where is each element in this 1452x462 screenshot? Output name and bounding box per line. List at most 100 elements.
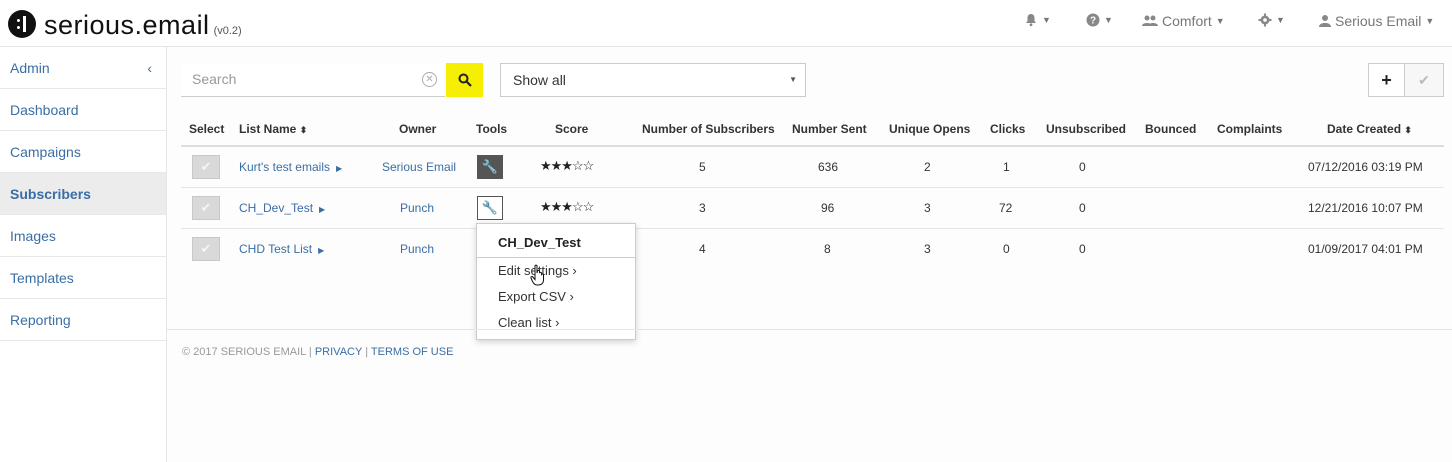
cell-opens: 3 (924, 242, 931, 256)
sidebar-item-label: Images (10, 228, 56, 244)
list-name: Kurt's test emails (239, 160, 330, 174)
notifications-menu[interactable]: ▼ (1024, 13, 1051, 27)
sidebar-item-dashboard[interactable]: Dashboard (0, 89, 166, 131)
menu-divider (477, 257, 635, 258)
header-subscribers: Number of Subscribers (642, 122, 775, 136)
sidebar-item-label: Subscribers (10, 186, 91, 202)
header-list-name[interactable]: List Name ⬍ (239, 122, 307, 136)
cell-sent: 96 (821, 201, 835, 215)
list-name: CHD Test List (239, 242, 313, 256)
users-icon (1142, 15, 1158, 26)
search-box: ✕ (181, 63, 445, 97)
tools-button[interactable]: 🔧 (477, 155, 503, 179)
list-name-link[interactable]: CHD Test List ▶ (239, 242, 324, 256)
sidebar-item-images[interactable]: Images (0, 215, 166, 257)
caret-right-icon: ▶ (335, 164, 343, 173)
filter-select[interactable]: Show all ▼ (500, 63, 806, 97)
comfort-menu[interactable]: Comfort ▼ (1142, 13, 1225, 29)
svg-text:?: ? (1090, 16, 1096, 27)
row-select-checkbox[interactable]: ✔ (192, 155, 220, 179)
score-stars: ★★★☆☆ (540, 158, 594, 173)
cell-date: 01/09/2017 04:01 PM (1308, 242, 1423, 256)
sidebar-item-subscribers[interactable]: Subscribers (0, 173, 166, 215)
sidebar-item-label: Campaigns (10, 144, 81, 160)
menu-item-clean-list[interactable]: Clean list › (498, 315, 559, 330)
chevron-down-icon: ▼ (1042, 15, 1051, 25)
comfort-label: Comfort (1162, 13, 1212, 29)
cell-clicks: 72 (999, 201, 1013, 215)
owner-link[interactable]: Punch (400, 201, 434, 215)
clear-search-icon[interactable]: ✕ (422, 72, 437, 87)
cell-date: 07/12/2016 03:19 PM (1308, 160, 1423, 174)
list-name-link[interactable]: CH_Dev_Test ▶ (239, 201, 325, 215)
search-input[interactable] (181, 63, 411, 95)
sidebar-item-reporting[interactable]: Reporting (0, 299, 166, 341)
caret-right-icon: ▶ (319, 205, 326, 214)
sidebar-item-templates[interactable]: Templates (0, 257, 166, 299)
search-button[interactable] (446, 63, 483, 97)
header-bounced: Bounced (1145, 122, 1197, 136)
gear-icon (1258, 13, 1272, 27)
sort-icon: ⬍ (1404, 125, 1412, 135)
list-name: CH_Dev_Test (239, 201, 314, 215)
sidebar-item-label: Dashboard (10, 102, 79, 118)
cell-unsubscribed: 0 (1079, 201, 1086, 215)
header-owner: Owner (399, 122, 437, 136)
settings-menu[interactable]: ▼ (1258, 13, 1285, 27)
menu-item-export-csv[interactable]: Export CSV › (498, 289, 574, 304)
logo[interactable]: serious.email (v0.2) (8, 6, 242, 41)
privacy-link[interactable]: PRIVACY (315, 346, 362, 358)
list-name-link[interactable]: Kurt's test emails ▶ (239, 160, 342, 174)
header-label: Date Created (1327, 122, 1402, 136)
cell-clicks: 0 (1003, 242, 1010, 256)
cell-opens: 2 (924, 160, 931, 174)
row-divider (181, 228, 1444, 229)
sidebar-item-admin[interactable]: Admin ‹ (0, 47, 166, 89)
chevron-left-icon[interactable]: ‹ (147, 47, 152, 89)
header-date-created[interactable]: Date Created ⬍ (1327, 122, 1412, 136)
sidebar-item-campaigns[interactable]: Campaigns (0, 131, 166, 173)
tools-dropdown-menu: CH_Dev_Test Edit settings › Export CSV ›… (476, 223, 636, 340)
header-unsubscribed: Unsubscribed (1046, 122, 1127, 136)
sidebar-item-label: Templates (10, 270, 74, 286)
header-sent: Number Sent (792, 122, 867, 136)
footer: © 2017 SERIOUS EMAIL | PRIVACY | TERMS O… (182, 346, 453, 358)
bell-icon (1026, 14, 1036, 27)
owner-link[interactable]: Punch (400, 242, 434, 256)
header-score: Score (555, 122, 589, 136)
owner-link[interactable]: Serious Email (382, 160, 456, 174)
cell-subscribers: 3 (699, 201, 706, 215)
filter-select-value: Show all (513, 72, 566, 88)
logo-text: serious.email (44, 10, 210, 40)
header-label: List Name (239, 122, 297, 136)
cell-unsubscribed: 0 (1079, 160, 1086, 174)
logo-mark-icon (8, 10, 36, 38)
header-select: Select (189, 122, 225, 136)
chevron-down-icon: ▼ (1276, 15, 1285, 25)
user-icon (1319, 15, 1331, 27)
header-complaints: Complaints (1217, 122, 1283, 136)
cell-date: 12/21/2016 10:07 PM (1308, 201, 1423, 215)
cell-subscribers: 4 (699, 242, 706, 256)
tools-button[interactable]: 🔧 (477, 196, 503, 220)
cell-unsubscribed: 0 (1079, 242, 1086, 256)
chevron-down-icon: ▼ (1104, 15, 1113, 25)
score-stars: ★★★☆☆ (540, 199, 594, 214)
header-divider (181, 145, 1444, 147)
add-list-button[interactable]: + (1368, 63, 1405, 97)
apply-button[interactable]: ✔ (1404, 63, 1444, 97)
version-label: (v0.2) (213, 25, 242, 37)
cell-opens: 3 (924, 201, 931, 215)
sort-icon: ⬍ (299, 125, 308, 135)
select-caret-icon: ▼ (789, 75, 797, 84)
cell-subscribers: 5 (699, 160, 706, 174)
row-select-checkbox[interactable]: ✔ (192, 237, 220, 261)
user-menu[interactable]: Serious Email ▼ (1319, 13, 1434, 29)
footer-separator: | (365, 346, 369, 358)
terms-link[interactable]: TERMS OF USE (371, 346, 454, 358)
cell-sent: 8 (824, 242, 831, 256)
footer-copyright: © 2017 SERIOUS EMAIL | (182, 346, 312, 358)
help-menu[interactable]: ? ▼ (1086, 13, 1113, 27)
sidebar-item-label: Reporting (10, 312, 71, 328)
row-select-checkbox[interactable]: ✔ (192, 196, 220, 220)
